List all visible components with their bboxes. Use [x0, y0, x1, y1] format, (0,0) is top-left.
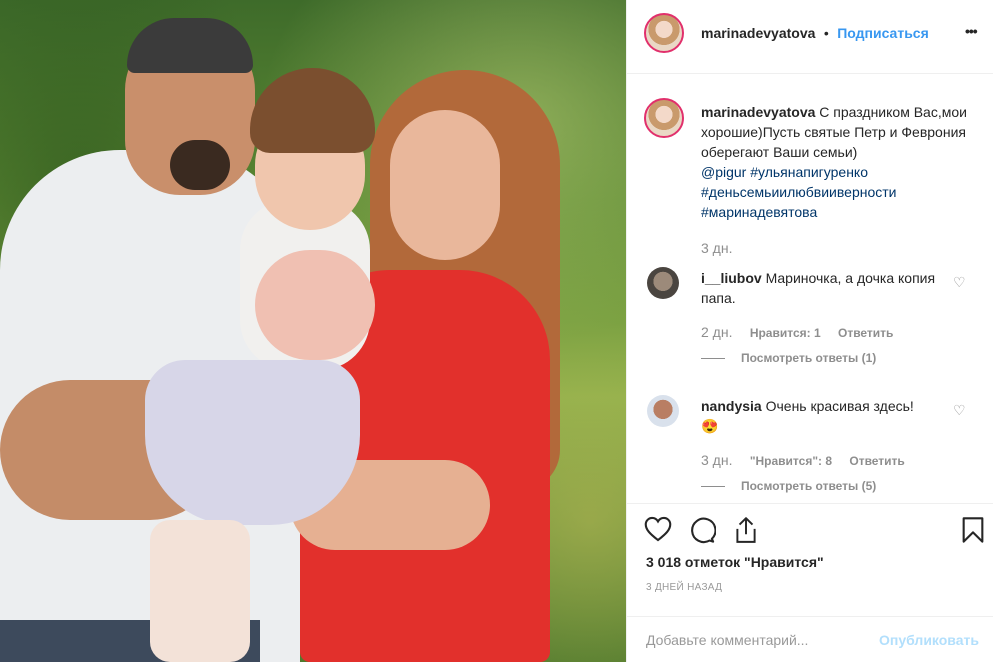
caption-age: 3 дн. — [701, 240, 733, 256]
comment-likes[interactable]: Нравится: 1 — [750, 326, 821, 340]
hashtag-link[interactable]: #ульянапигуренко — [750, 164, 868, 180]
hashtag-link[interactable]: #маринадевятова — [701, 204, 817, 220]
photo-toy-pig — [255, 250, 375, 360]
reply-button[interactable]: Ответить — [849, 454, 904, 468]
comment-text-block: i__liubov Мариночка, а дочка копия папа. — [701, 268, 951, 308]
comment-text-block: nandysia Очень красивая здесь! 😍 — [701, 396, 951, 436]
replies-line — [701, 358, 725, 360]
comment-like-heart-icon[interactable]: ♡ — [953, 274, 966, 291]
commenter-avatar[interactable] — [647, 395, 679, 427]
separator-dot: • — [823, 25, 829, 41]
comment-text: Очень красивая здесь! — [765, 398, 914, 414]
replies-line — [701, 486, 725, 488]
like-heart-icon[interactable] — [644, 516, 672, 542]
comment-age: 3 дн. — [701, 452, 733, 468]
post-side-panel: marinadevyatova • Подписаться ••• marina… — [626, 0, 993, 662]
post-timestamp[interactable]: 3 ДНЕЙ НАЗАД — [646, 582, 722, 593]
comment-likes[interactable]: "Нравится": 8 — [750, 454, 832, 468]
likes-count[interactable]: 3 018 отметок "Нравится" — [646, 554, 824, 570]
comment-meta: 3 дн. "Нравится": 8 Ответить — [701, 452, 905, 468]
photo-man-beard — [170, 140, 230, 190]
post-header-info: marinadevyatova • Подписаться — [701, 25, 929, 43]
photo-woman-face — [390, 110, 500, 260]
view-replies-label[interactable]: Посмотреть ответы (1) — [741, 351, 876, 365]
view-replies-label[interactable]: Посмотреть ответы (5) — [741, 479, 876, 493]
photo-child-skirt — [145, 360, 360, 525]
photo-child-legs — [150, 520, 250, 662]
caption-username[interactable]: marinadevyatova — [701, 104, 815, 120]
comment-like-heart-icon[interactable]: ♡ — [953, 402, 966, 419]
view-replies-button[interactable]: Посмотреть ответы (1) — [701, 351, 876, 365]
view-replies-button[interactable]: Посмотреть ответы (5) — [701, 479, 876, 493]
author-username[interactable]: marinadevyatova — [701, 25, 815, 41]
avatar[interactable] — [644, 13, 684, 53]
comment-input[interactable]: Добавьте комментарий... — [646, 632, 808, 648]
comment-username[interactable]: i__liubov — [701, 270, 762, 286]
reply-button[interactable]: Ответить — [838, 326, 893, 340]
share-icon[interactable] — [733, 516, 759, 544]
hashtag-link[interactable]: #деньсемьиилюбвииверности — [701, 184, 896, 200]
bookmark-icon[interactable] — [961, 516, 985, 544]
mention-link[interactable]: @pigur — [701, 164, 746, 180]
comment-username[interactable]: nandysia — [701, 398, 762, 414]
post-header: marinadevyatova • Подписаться ••• — [627, 0, 993, 74]
more-options-icon[interactable]: ••• — [965, 23, 978, 39]
post-photo[interactable] — [0, 0, 626, 662]
comment-bubble-icon[interactable] — [688, 516, 716, 544]
follow-button[interactable]: Подписаться — [837, 25, 929, 41]
commenter-avatar[interactable] — [647, 267, 679, 299]
add-comment-bar: Добавьте комментарий... Опубликовать — [627, 616, 993, 663]
publish-button[interactable]: Опубликовать — [879, 632, 979, 648]
caption-avatar[interactable] — [644, 98, 684, 138]
comment-emoji: 😍 — [701, 418, 719, 434]
caption-text-block: marinadevyatova С праздником Вас,мои хор… — [701, 102, 981, 222]
comment-age: 2 дн. — [701, 324, 733, 340]
comment-meta: 2 дн. Нравится: 1 Ответить — [701, 324, 893, 340]
